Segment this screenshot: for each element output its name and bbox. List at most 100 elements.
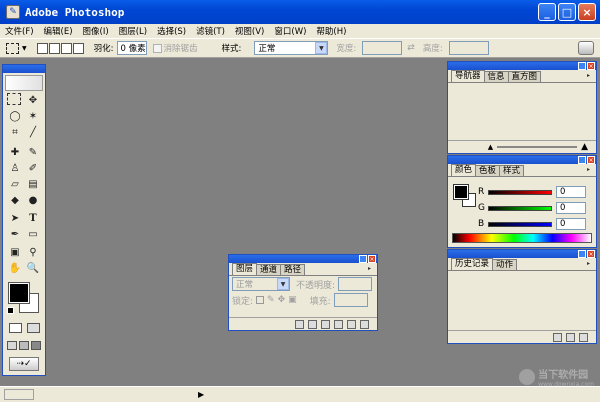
adjustment-layer-icon[interactable] — [334, 319, 343, 329]
menu-filter[interactable]: 滤镜(T) — [191, 25, 230, 37]
red-channel-input[interactable]: 0 — [556, 186, 586, 198]
tab-history[interactable]: 历史记录 — [451, 258, 494, 270]
close-button[interactable]: × — [578, 3, 596, 21]
tab-styles[interactable]: 样式 — [499, 165, 525, 176]
pen-tool-icon[interactable]: ✒ — [7, 227, 23, 241]
shape-tool-icon[interactable]: ▭ — [25, 227, 41, 241]
lock-all-icon[interactable]: ▣ — [288, 295, 297, 305]
photoshop-feather-icon[interactable]: ✎ — [6, 5, 20, 19]
lock-pixels-icon[interactable]: ✎ — [267, 295, 275, 305]
lock-transparency-icon[interactable] — [256, 296, 265, 304]
blue-channel-slider[interactable] — [488, 221, 552, 227]
eyedropper-icon[interactable]: ⚲ — [25, 245, 41, 259]
zoom-slider[interactable] — [497, 146, 578, 148]
green-channel-input[interactable]: 0 — [556, 202, 586, 214]
zoom-tool-icon[interactable]: 🔍 — [25, 261, 41, 275]
layer-style-icon[interactable] — [295, 319, 304, 329]
menu-file[interactable]: 文件(F) — [0, 25, 39, 37]
palette-menu-icon[interactable]: ▸ — [368, 265, 375, 272]
blend-mode-select[interactable]: 正常 ▼ — [232, 277, 290, 291]
foreground-color-swatch[interactable] — [8, 282, 30, 304]
zoom-out-icon[interactable]: ▲ — [488, 143, 493, 151]
brush-tool-icon[interactable]: ✎ — [25, 145, 41, 159]
crop-tool-icon[interactable]: ⌗ — [7, 125, 23, 139]
new-group-icon[interactable] — [321, 319, 330, 329]
menu-edit[interactable]: 编辑(E) — [39, 25, 78, 37]
palette-menu-icon[interactable]: ▸ — [587, 166, 594, 173]
fill-input[interactable] — [333, 293, 368, 307]
width-input[interactable] — [362, 41, 403, 55]
menu-window[interactable]: 窗口(W) — [269, 25, 311, 37]
blue-channel-input[interactable]: 0 — [556, 218, 586, 230]
add-selection-icon[interactable] — [48, 42, 60, 54]
maximize-button[interactable]: □ — [558, 3, 576, 21]
tab-paths[interactable]: 路径 — [280, 264, 306, 275]
marquee-tool-icon[interactable] — [7, 93, 21, 105]
close-icon[interactable]: × — [587, 62, 595, 70]
menu-image[interactable]: 图像(I) — [78, 25, 114, 37]
menu-select[interactable]: 选择(S) — [152, 25, 191, 37]
lock-position-icon[interactable]: ✥ — [278, 295, 286, 305]
eraser-tool-icon[interactable]: ▱ — [7, 177, 23, 191]
tab-actions[interactable]: 动作 — [492, 259, 518, 270]
palette-well-icon[interactable] — [578, 41, 594, 55]
opacity-input[interactable] — [338, 277, 373, 291]
palette-menu-icon[interactable]: ▸ — [587, 72, 594, 79]
screen-mode-full-icon[interactable] — [31, 341, 41, 350]
tab-info[interactable]: 信息 — [483, 71, 509, 82]
height-input[interactable] — [448, 41, 489, 55]
tab-channels[interactable]: 通道 — [256, 264, 282, 275]
new-document-from-state-icon[interactable] — [553, 332, 562, 342]
screen-mode-full-menu-icon[interactable] — [19, 341, 29, 350]
antialias-checkbox[interactable] — [152, 43, 162, 53]
menu-help[interactable]: 帮助(H) — [311, 25, 351, 37]
move-tool-icon[interactable]: ✥ — [25, 93, 41, 107]
path-select-icon[interactable]: ➤ — [7, 211, 23, 225]
close-icon[interactable]: × — [368, 255, 376, 263]
screen-mode-standard-icon[interactable] — [7, 341, 17, 350]
layer-mask-icon[interactable] — [308, 319, 317, 329]
notes-tool-icon[interactable]: ▣ — [7, 245, 23, 259]
zoom-in-icon[interactable]: ▲ — [581, 142, 588, 152]
close-icon[interactable]: × — [587, 250, 595, 258]
minimize-icon[interactable]: _ — [359, 255, 367, 263]
color-spectrum-bar[interactable] — [452, 233, 592, 243]
menu-layer[interactable]: 图层(L) — [114, 25, 152, 37]
dodge-tool-icon[interactable]: ● — [25, 193, 41, 207]
feather-input[interactable]: 0 像素 — [116, 41, 147, 55]
minimize-icon[interactable]: _ — [578, 156, 586, 164]
history-brush-icon[interactable]: ✐ — [25, 161, 41, 175]
status-arrow-icon[interactable]: ▶ — [198, 390, 204, 399]
trash-icon[interactable] — [579, 332, 588, 342]
clone-stamp-icon[interactable]: ♙ — [7, 161, 23, 175]
tab-layers[interactable]: 图层 — [232, 263, 258, 275]
quickmask-mode-icon[interactable] — [27, 323, 40, 333]
new-selection-icon[interactable] — [36, 42, 48, 54]
slice-tool-icon[interactable]: ╱ — [25, 125, 41, 139]
swap-dimensions-icon[interactable]: ⇄ — [407, 43, 415, 53]
photoshop-logo-icon[interactable] — [5, 75, 43, 91]
snapshot-icon[interactable] — [566, 332, 575, 342]
trash-icon[interactable] — [360, 319, 369, 329]
tab-swatches[interactable]: 色板 — [475, 165, 501, 176]
tool-preset-picker[interactable]: ▼ — [6, 42, 27, 54]
minimize-button[interactable]: _ — [538, 3, 556, 21]
palette-menu-icon[interactable]: ▸ — [587, 260, 594, 267]
intersect-selection-icon[interactable] — [72, 42, 84, 54]
lasso-tool-icon[interactable]: ◯ — [7, 109, 23, 123]
menu-view[interactable]: 视图(V) — [230, 25, 269, 37]
hand-tool-icon[interactable]: ✋ — [7, 261, 23, 275]
tab-navigator[interactable]: 导航器 — [451, 70, 485, 82]
blur-tool-icon[interactable]: ◆ — [7, 193, 23, 207]
style-select[interactable]: 正常 ▼ — [254, 41, 329, 55]
gradient-tool-icon[interactable]: ▤ — [25, 177, 41, 191]
minimize-icon[interactable]: _ — [578, 62, 586, 70]
standard-mode-icon[interactable] — [9, 323, 22, 333]
status-info-field[interactable] — [4, 389, 34, 400]
tab-color[interactable]: 颜色 — [451, 164, 477, 176]
healing-brush-icon[interactable]: ✚ — [7, 145, 23, 159]
minimize-icon[interactable]: _ — [578, 250, 586, 258]
default-colors-icon[interactable] — [7, 307, 14, 314]
tab-histogram[interactable]: 直方图 — [507, 71, 542, 82]
close-icon[interactable]: × — [587, 156, 595, 164]
